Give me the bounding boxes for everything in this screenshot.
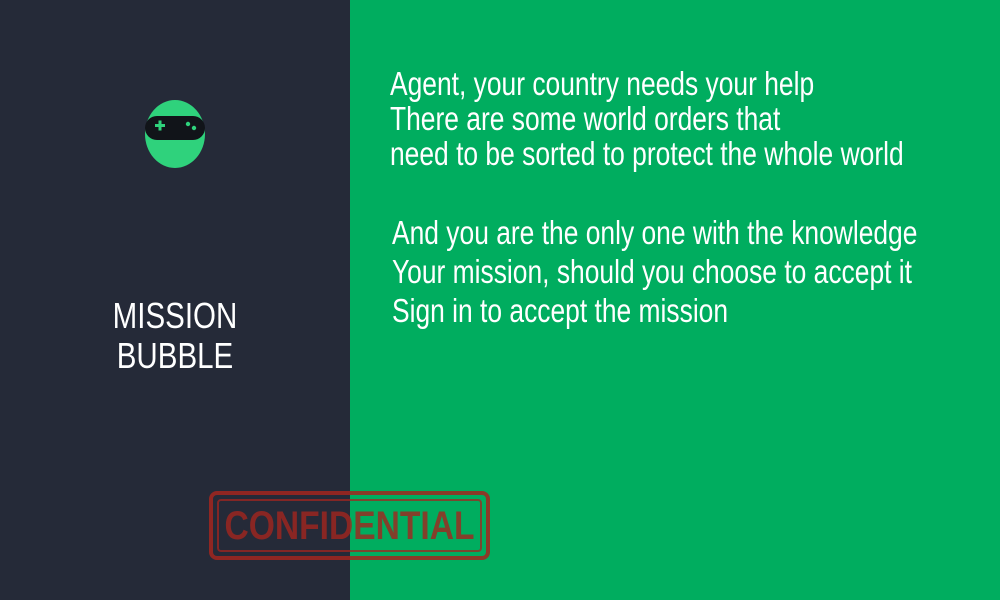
message-line: need to be sorted to protect the whole w…	[390, 135, 904, 172]
brand-line-1: MISSION	[112, 295, 238, 336]
message-line: There are some world orders that	[390, 100, 781, 137]
ninja-gamepad-icon	[145, 100, 205, 168]
brand-line-2: BUBBLE	[116, 335, 234, 376]
confidential-stamp: CONFIDENTIAL	[209, 491, 490, 560]
message-line: Your mission, should you choose to accep…	[392, 253, 912, 290]
message-paragraph-2: And you are the only one with the knowle…	[392, 213, 917, 330]
message-line: And you are the only one with the knowle…	[392, 214, 918, 251]
message-line: Sign in to accept the mission	[392, 292, 729, 329]
mission-page: MISSION BUBBLE Agent, your country needs…	[0, 0, 1000, 600]
brand-title: MISSION BUBBLE	[32, 296, 319, 376]
stamp-text: CONFIDENTIAL	[225, 504, 475, 548]
message-paragraph-1: Agent, your country needs your help Ther…	[390, 66, 904, 171]
message-line: Agent, your country needs your help	[390, 65, 815, 102]
